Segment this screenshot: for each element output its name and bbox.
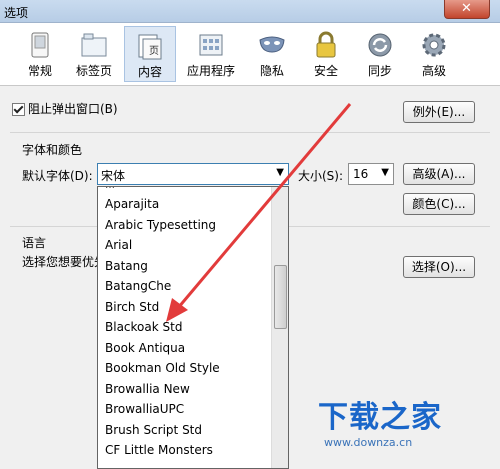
gear-icon bbox=[422, 33, 446, 57]
watermark-url: www.downza.cn bbox=[324, 436, 413, 449]
close-icon: ✕ bbox=[461, 1, 472, 16]
divider bbox=[10, 132, 490, 133]
list-item-partial[interactable]: … bbox=[105, 187, 115, 191]
chevron-down-icon: ▼ bbox=[381, 167, 389, 178]
list-item[interactable]: Arabic Typesetting bbox=[105, 218, 216, 232]
font-dropdown-list[interactable]: … Aparajita Arabic Typesetting Arial Bat… bbox=[97, 186, 289, 469]
default-font-label: 默认字体(D): bbox=[22, 169, 93, 183]
tab-general[interactable]: 常规 bbox=[14, 26, 66, 82]
watermark-title: 下载之家 bbox=[318, 400, 442, 435]
default-font-value: 宋体 bbox=[101, 169, 126, 183]
page-icon: 页 bbox=[138, 34, 162, 60]
choose-language-button[interactable]: 选择(O)... bbox=[403, 256, 475, 278]
tab-tabs-label: 标签页 bbox=[75, 64, 112, 78]
switch-icon bbox=[31, 32, 49, 58]
tab-applications[interactable]: 应用程序 bbox=[180, 26, 242, 82]
exceptions-button[interactable]: 例外(E)... bbox=[403, 101, 475, 123]
font-size-value: 16 bbox=[353, 167, 369, 181]
default-font-select[interactable]: 宋体 ▼ bbox=[97, 163, 289, 185]
list-item[interactable]: BatangChe bbox=[105, 279, 171, 293]
block-popup-row[interactable]: 阻止弹出窗口(B) bbox=[12, 100, 118, 117]
watermark-logo: 下载之家 www.downza.cn bbox=[318, 392, 498, 464]
tab-sync-label: 同步 bbox=[367, 64, 392, 78]
window-title: 选项 bbox=[4, 6, 29, 20]
list-item[interactable]: BrowalliaUPC bbox=[105, 402, 184, 416]
list-item[interactable]: Batang bbox=[105, 259, 148, 273]
dropdown-scrollbar[interactable] bbox=[271, 187, 288, 468]
language-section-title: 语言 bbox=[22, 236, 47, 250]
tab-privacy[interactable]: 隐私 bbox=[246, 26, 298, 82]
fonts-section-title: 字体和颜色 bbox=[22, 143, 83, 157]
options-toolbar: 常规 标签页 页 内容 应用程序 隐私 安全 同步 高级 bbox=[0, 23, 500, 86]
tab-sync[interactable]: 同步 bbox=[354, 26, 406, 82]
tab-content[interactable]: 页 内容 bbox=[124, 26, 176, 82]
tab-privacy-label: 隐私 bbox=[259, 64, 284, 78]
sync-icon bbox=[368, 33, 392, 57]
block-popup-label: 阻止弹出窗口(B) bbox=[28, 102, 118, 116]
tab-tabs[interactable]: 标签页 bbox=[68, 26, 120, 82]
lock-icon bbox=[316, 31, 336, 58]
svg-text:页: 页 bbox=[149, 45, 159, 57]
close-button[interactable]: ✕ bbox=[444, 0, 490, 19]
tab-security-label: 安全 bbox=[313, 64, 338, 78]
list-item[interactable]: Aparajita bbox=[105, 197, 159, 211]
list-item[interactable]: Brush Script Std bbox=[105, 423, 202, 437]
list-item[interactable]: Book Antiqua bbox=[105, 341, 185, 355]
colors-button[interactable]: 颜色(C)... bbox=[403, 193, 475, 215]
list-item[interactable]: CF Little Monsters bbox=[105, 443, 213, 457]
apps-icon bbox=[199, 34, 223, 56]
list-item[interactable]: Browallia New bbox=[105, 382, 190, 396]
list-item[interactable]: Birch Std bbox=[105, 300, 159, 314]
tab-advanced-label: 高级 bbox=[421, 64, 446, 78]
tab-general-label: 常规 bbox=[27, 64, 52, 78]
tab-advanced[interactable]: 高级 bbox=[408, 26, 460, 82]
tab-applications-label: 应用程序 bbox=[186, 64, 235, 78]
list-item[interactable]: Blackoak Std bbox=[105, 320, 182, 334]
title-bar: 选项 ✕ bbox=[0, 0, 500, 23]
advanced-font-button[interactable]: 高级(A)... bbox=[403, 163, 475, 185]
tab-security[interactable]: 安全 bbox=[300, 26, 352, 82]
language-description: 选择您想要优先 bbox=[22, 255, 107, 269]
tab-content-label: 内容 bbox=[137, 65, 162, 79]
chevron-down-icon: ▼ bbox=[276, 167, 284, 178]
size-label: 大小(S): bbox=[298, 169, 344, 183]
list-item[interactable]: Arial bbox=[105, 238, 132, 252]
mask-icon bbox=[259, 36, 285, 53]
block-popup-checkbox[interactable] bbox=[12, 103, 25, 116]
font-size-select[interactable]: 16 ▼ bbox=[348, 163, 394, 185]
scrollbar-thumb[interactable] bbox=[274, 265, 287, 329]
list-item[interactable]: Bookman Old Style bbox=[105, 361, 220, 375]
tabs-icon bbox=[81, 33, 107, 57]
